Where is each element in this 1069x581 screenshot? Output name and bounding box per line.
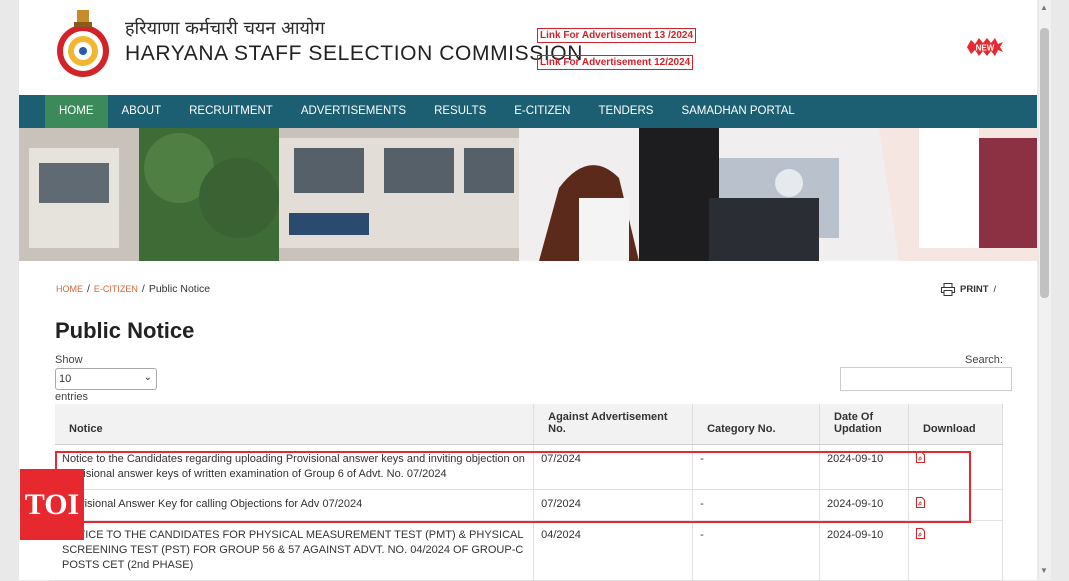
site-title-hindi: हरियाणा कर्मचारी चयन आयोग [125, 18, 325, 39]
nav-item-advertisements[interactable]: ADVERTISEMENTS [287, 95, 420, 128]
date-cell: 2024-09-10 [819, 520, 909, 581]
nav-item-about[interactable]: ABOUT [108, 95, 176, 128]
public-notice-table: Notice Against Advertisement No. Categor… [55, 404, 1004, 581]
date-cell: 2024-09-10 [819, 444, 909, 490]
table-row: NOTICE TO THE CANDIDATES FOR PHYSICAL ME… [55, 520, 1004, 581]
breadcrumb-separator: / [141, 283, 145, 295]
entries-per-page-select[interactable]: 10 ⌄ [55, 368, 157, 390]
breadcrumb-current: Public Notice [148, 283, 211, 295]
notice-cell: Notice to the Candidates regarding uploa… [55, 444, 535, 490]
search-input[interactable] [840, 367, 1012, 391]
advertisement-13-link[interactable]: Link For Advertisement 13 /2024 [537, 28, 697, 43]
category-cell: - [692, 489, 820, 521]
toi-watermark-logo: TOI [20, 469, 84, 540]
column-header-notice[interactable]: Notice [55, 404, 535, 445]
scroll-down-icon[interactable]: ▼ [1040, 566, 1048, 575]
nav-item-e-citizen[interactable]: E-CITIZEN [500, 95, 584, 128]
table-row: Notice to the Candidates regarding uploa… [55, 444, 1004, 490]
site-title-english: HARYANA STAFF SELECTION COMMISSION [125, 42, 583, 65]
category-cell: - [692, 520, 820, 581]
scrollbar-thumb[interactable] [1040, 28, 1049, 298]
nav-item-recruitment[interactable]: RECRUITMENT [175, 95, 287, 128]
scroll-up-icon[interactable]: ▲ [1040, 3, 1048, 12]
nav-item-results[interactable]: RESULTS [420, 95, 500, 128]
entries-label: entries [55, 391, 89, 403]
table-row: Provisional Answer Key for calling Objec… [55, 489, 1004, 521]
pdf-download-icon[interactable] [915, 497, 925, 508]
column-header-date[interactable]: Date Of Updation [819, 404, 909, 445]
breadcrumb: HOME / E-CITIZEN / Public Notice [56, 283, 210, 295]
haryana-emblem-logo[interactable] [55, 8, 111, 78]
download-cell [908, 444, 1004, 490]
notice-cell: NOTICE TO THE CANDIDATES FOR PHYSICAL ME… [55, 520, 535, 581]
show-label: Show [55, 354, 83, 366]
pdf-download-icon[interactable] [915, 452, 925, 463]
advertisement-cell: 07/2024 [533, 489, 694, 521]
printer-icon [941, 283, 955, 296]
notice-cell: Provisional Answer Key for calling Objec… [55, 489, 535, 521]
search-label: Search: [965, 354, 1003, 366]
advertisement-cell: 04/2024 [533, 520, 694, 581]
breadcrumb-home[interactable]: HOME [56, 284, 83, 294]
breadcrumb-e-citizen[interactable]: E-CITIZEN [94, 284, 138, 294]
nav-item-samadhan-portal[interactable]: SAMADHAN PORTAL [667, 95, 808, 128]
header-banner-image [19, 128, 1037, 261]
advertisement-12-link[interactable]: Link For Advertisement 12/2024 [537, 55, 694, 70]
nav-item-tenders[interactable]: TENDERS [585, 95, 668, 128]
download-cell [908, 489, 1004, 521]
pdf-download-icon[interactable] [915, 528, 925, 539]
column-header-download[interactable]: Download [908, 404, 1004, 445]
print-label: PRINT [960, 284, 989, 295]
print-button[interactable]: PRINT / [941, 283, 996, 296]
category-cell: - [692, 444, 820, 490]
nav-item-home[interactable]: HOME [45, 95, 108, 128]
column-header-advertisement[interactable]: Against Advertisement No. [533, 404, 694, 445]
entries-select-value: 10 [59, 373, 72, 385]
column-header-category[interactable]: Category No. [692, 404, 820, 445]
print-separator: / [993, 284, 997, 295]
breadcrumb-separator: / [87, 283, 90, 295]
new-badge-text: NEW [976, 44, 995, 53]
date-cell: 2024-09-10 [819, 489, 909, 521]
chevron-down-icon: ⌄ [143, 372, 152, 383]
download-cell [908, 520, 1004, 581]
main-nav: HOME ABOUT RECRUITMENT ADVERTISEMENTS RE… [19, 95, 1037, 128]
page-title: Public Notice [55, 318, 195, 343]
advertisement-cell: 07/2024 [533, 444, 694, 490]
new-badge-icon: NEW [967, 38, 1003, 56]
